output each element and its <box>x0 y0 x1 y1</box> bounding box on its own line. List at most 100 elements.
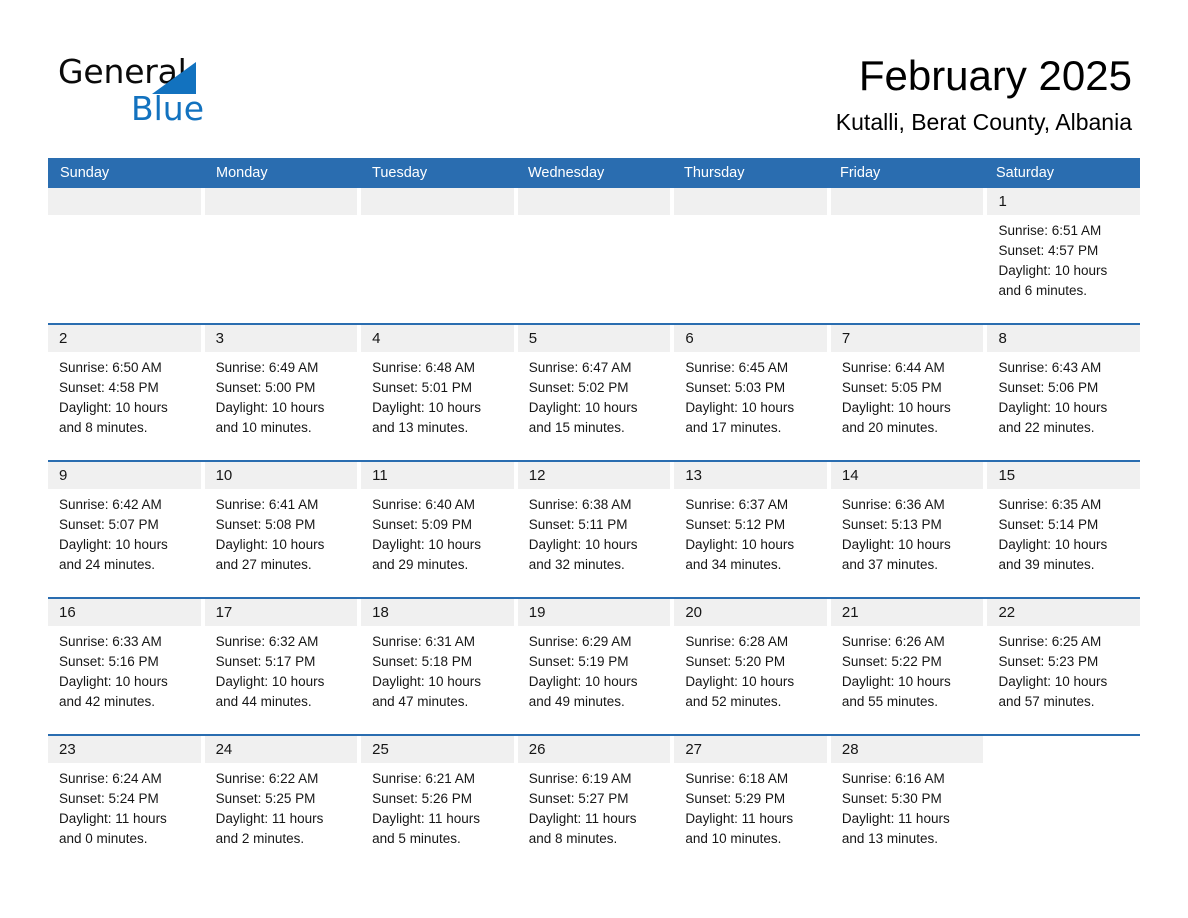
day-number: 4 <box>372 330 381 347</box>
day-cell[interactable]: 5 Sunrise: 6:47 AM Sunset: 5:02 PM Daylight… <box>517 325 675 453</box>
day-number-band <box>361 188 514 215</box>
day-cell[interactable]: 25 Sunrise: 6:21 AM Sunset: 5:26 PM Dayligh… <box>361 736 518 864</box>
daylight-text-line1: Daylight: 10 hours <box>685 674 795 689</box>
day-info: Sunrise: 6:25 AM Sunset: 5:23 PM Daylight:… <box>987 626 1140 712</box>
week-row: 16 Sunrise: 6:33 AM Sunset: 5:16 PM Dayligh… <box>48 597 1141 727</box>
day-cell[interactable]: 22 Sunrise: 6:25 AM Sunset: 5:23 PM Dayligh… <box>987 599 1141 727</box>
daylight-text-line1: Daylight: 11 hours <box>372 811 480 826</box>
day-cell[interactable]: 20 Sunrise: 6:28 AM Sunset: 5:20 PM Dayligh… <box>674 599 831 727</box>
daylight-text-line1: Daylight: 10 hours <box>998 400 1108 415</box>
sunset-text: Sunset: 5:08 PM <box>215 517 316 532</box>
sunset-text: Sunset: 5:02 PM <box>528 380 629 395</box>
weekday-header-friday: Friday <box>840 165 881 181</box>
day-cell[interactable]: 8 Sunrise: 6:43 AM Sunset: 5:06 PM Daylight… <box>987 325 1141 453</box>
day-cell[interactable]: 27 Sunrise: 6:18 AM Sunset: 5:29 PM Dayligh… <box>674 736 831 864</box>
day-cell[interactable]: 9 Sunrise: 6:42 AM Sunset: 5:07 PM Daylight… <box>48 462 205 590</box>
day-info: Sunrise: 6:45 AM Sunset: 5:03 PM Daylight:… <box>674 352 827 438</box>
day-number: 16 <box>59 604 76 621</box>
day-number: 21 <box>841 604 859 621</box>
day-cell[interactable]: 15 Sunrise: 6:35 AM Sunset: 5:14 PM Dayligh… <box>987 462 1141 590</box>
day-number-band: 5 <box>517 325 671 352</box>
day-cell[interactable]: 13 Sunrise: 6:37 AM Sunset: 5:12 PM Dayligh… <box>674 462 831 590</box>
sunrise-text: Sunrise: 6:33 AM <box>59 634 162 649</box>
daylight-text-line1: Daylight: 10 hours <box>998 537 1108 552</box>
day-cell-empty <box>361 188 518 316</box>
day-info: Sunrise: 6:49 AM Sunset: 5:00 PM Daylight:… <box>205 352 358 438</box>
sunset-text: Sunset: 5:09 PM <box>372 517 472 532</box>
day-number: 13 <box>685 467 702 484</box>
day-cell[interactable]: 6 Sunrise: 6:45 AM Sunset: 5:03 PM Daylight… <box>674 325 831 453</box>
day-cell-empty <box>204 188 362 316</box>
day-number-band: 1 <box>987 188 1141 215</box>
day-cell[interactable]: 2 Sunrise: 6:50 AM Sunset: 4:58 PM Daylight… <box>48 325 205 453</box>
sunset-text: Sunset: 5:06 PM <box>998 380 1099 395</box>
location-subtitle: Kutalli, Berat County, Albania <box>835 109 1132 135</box>
daylight-text-line2: and 0 minutes. <box>59 831 148 846</box>
sunset-text: Sunset: 5:11 PM <box>528 517 628 532</box>
day-cell[interactable]: 28 Sunrise: 6:16 AM Sunset: 5:30 PM Dayligh… <box>830 736 988 864</box>
day-number: 23 <box>59 741 76 758</box>
day-cell[interactable]: 4 Sunrise: 6:48 AM Sunset: 5:01 PM Daylight… <box>361 325 518 453</box>
day-cell[interactable]: 19 Sunrise: 6:29 AM Sunset: 5:19 PM Dayligh… <box>517 599 675 727</box>
day-cell[interactable]: 21 Sunrise: 6:26 AM Sunset: 5:22 PM Dayligh… <box>830 599 988 727</box>
day-cell[interactable]: 10 Sunrise: 6:41 AM Sunset: 5:08 PM Dayligh… <box>204 462 362 590</box>
week-row: 1 Sunrise: 6:51 AM Sunset: 4:57 PM Daylight… <box>48 188 1141 316</box>
daylight-text-line2: and 10 minutes. <box>685 831 782 846</box>
day-number: 25 <box>372 741 389 758</box>
daylight-text-line2: and 57 minutes. <box>998 694 1095 709</box>
day-number-band: 25 <box>361 736 514 763</box>
day-number: 3 <box>215 330 224 347</box>
day-number-band: 27 <box>674 736 827 763</box>
daylight-text-line2: and 13 minutes. <box>372 420 469 435</box>
weekday-header-saturday: Saturday <box>996 165 1055 181</box>
day-cell[interactable]: 16 Sunrise: 6:33 AM Sunset: 5:16 PM Dayligh… <box>48 599 205 727</box>
day-cell[interactable]: 11 Sunrise: 6:40 AM Sunset: 5:09 PM Dayligh… <box>361 462 518 590</box>
daylight-text-line2: and 52 minutes. <box>685 694 782 709</box>
daylight-text-line2: and 34 minutes. <box>685 557 782 572</box>
daylight-text-line2: and 6 minutes. <box>998 283 1088 298</box>
daylight-text-line2: and 15 minutes. <box>528 420 625 435</box>
weekday-header-wednesday: Wednesday <box>528 165 605 181</box>
day-number: 6 <box>685 330 694 347</box>
day-cell[interactable]: 1 Sunrise: 6:51 AM Sunset: 4:57 PM Daylight… <box>987 188 1141 316</box>
day-cell[interactable]: 3 Sunrise: 6:49 AM Sunset: 5:00 PM Daylight… <box>204 325 362 453</box>
title-block: February 2025 Kutalli, Berat County, Alb… <box>836 50 1132 137</box>
day-number-band: 22 <box>987 599 1141 626</box>
day-cell-empty <box>674 188 831 316</box>
day-cell[interactable]: 12 Sunrise: 6:38 AM Sunset: 5:11 PM Dayligh… <box>517 462 675 590</box>
day-cell[interactable]: 17 Sunrise: 6:32 AM Sunset: 5:17 PM Dayligh… <box>204 599 362 727</box>
sunset-text: Sunset: 5:23 PM <box>998 654 1099 669</box>
day-cell[interactable]: 24 Sunrise: 6:22 AM Sunset: 5:25 PM Dayligh… <box>204 736 362 864</box>
day-number: 15 <box>998 467 1016 484</box>
sunrise-text: Sunrise: 6:43 AM <box>998 360 1102 375</box>
day-cell[interactable]: 26 Sunrise: 6:19 AM Sunset: 5:27 PM Dayligh… <box>517 736 675 864</box>
sunset-text: Sunset: 5:19 PM <box>528 654 629 669</box>
weekday-header-row: Sunday Monday Tuesday Wednesday Thursday… <box>48 158 1140 188</box>
day-cell[interactable]: 14 Sunrise: 6:36 AM Sunset: 5:13 PM Dayligh… <box>830 462 988 590</box>
day-cell-empty <box>987 736 1141 864</box>
day-cell-empty <box>830 188 988 316</box>
day-number: 2 <box>59 330 68 347</box>
day-number-band: 21 <box>830 599 984 626</box>
sunset-text: Sunset: 5:05 PM <box>841 380 942 395</box>
day-info: Sunrise: 6:24 AM Sunset: 5:24 PM Daylight:… <box>48 763 201 849</box>
day-info: Sunrise: 6:40 AM Sunset: 5:09 PM Daylight:… <box>361 489 514 575</box>
sunset-text: Sunset: 5:26 PM <box>372 791 472 806</box>
sunset-text: Sunset: 5:22 PM <box>841 654 942 669</box>
sunset-text: Sunset: 5:25 PM <box>215 791 316 806</box>
daylight-text-line1: Daylight: 10 hours <box>528 400 638 415</box>
day-number: 26 <box>528 741 546 758</box>
week-row: 2 Sunrise: 6:50 AM Sunset: 4:58 PM Daylight… <box>48 323 1141 453</box>
sunset-text: Sunset: 5:16 PM <box>59 654 159 669</box>
sunset-text: Sunset: 5:07 PM <box>59 517 159 532</box>
day-cell[interactable]: 7 Sunrise: 6:44 AM Sunset: 5:05 PM Daylight… <box>830 325 988 453</box>
sunrise-text: Sunrise: 6:40 AM <box>372 497 475 512</box>
sunset-text: Sunset: 4:57 PM <box>998 243 1099 258</box>
daylight-text-line2: and 5 minutes. <box>372 831 461 846</box>
sunset-text: Sunset: 5:29 PM <box>685 791 786 806</box>
day-cell[interactable]: 23 Sunrise: 6:24 AM Sunset: 5:24 PM Dayligh… <box>48 736 205 864</box>
weekday-header-thursday: Thursday <box>684 165 745 181</box>
day-number-band <box>517 188 671 215</box>
day-number-band: 24 <box>204 736 358 763</box>
day-cell[interactable]: 18 Sunrise: 6:31 AM Sunset: 5:18 PM Dayligh… <box>361 599 518 727</box>
